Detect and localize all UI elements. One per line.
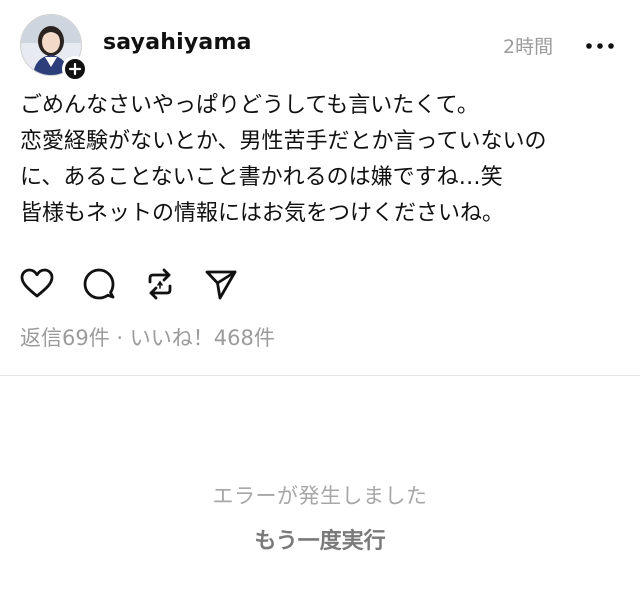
post-timestamp: 2時間 <box>503 36 554 58</box>
comment-icon[interactable] <box>81 266 117 302</box>
repost-icon[interactable] <box>142 266 178 302</box>
more-icon[interactable] <box>584 38 616 54</box>
post: sayahiyama 2時間 ごめんなさいやっぱりどうしても言いたくて。 恋愛経… <box>0 0 640 376</box>
avatar-container[interactable] <box>20 14 88 82</box>
heart-icon[interactable] <box>19 266 55 302</box>
post-body-line: 恋愛経験がないとか、男性苦手だとか言っていないの <box>20 129 547 154</box>
post-body-line: ごめんなさいやっぱりどうしても言いたくて。 <box>20 93 479 118</box>
retry-button[interactable]: もう一度実行 <box>220 523 420 555</box>
username[interactable]: sayahiyama <box>103 30 252 55</box>
post-body-line: 皆様もネットの情報にはお気をつけくださいね。 <box>20 201 505 226</box>
post-body: ごめんなさいやっぱりどうしても言いたくて。 恋愛経験がないとか、男性苦手だとか言… <box>20 88 630 232</box>
post-body-line: に、あることないこと書かれるのは嫌ですね…笑 <box>20 165 503 190</box>
thread-page: sayahiyama 2時間 ごめんなさいやっぱりどうしても言いたくて。 恋愛経… <box>0 0 640 593</box>
follow-plus-icon[interactable] <box>62 56 88 82</box>
replies-error-panel: エラーが発生しました もう一度実行 <box>0 376 640 593</box>
error-message: エラーが発生しました <box>212 484 428 508</box>
post-stats[interactable]: 返信69件 · いいね！468件 <box>20 322 275 352</box>
send-icon[interactable] <box>203 266 239 302</box>
